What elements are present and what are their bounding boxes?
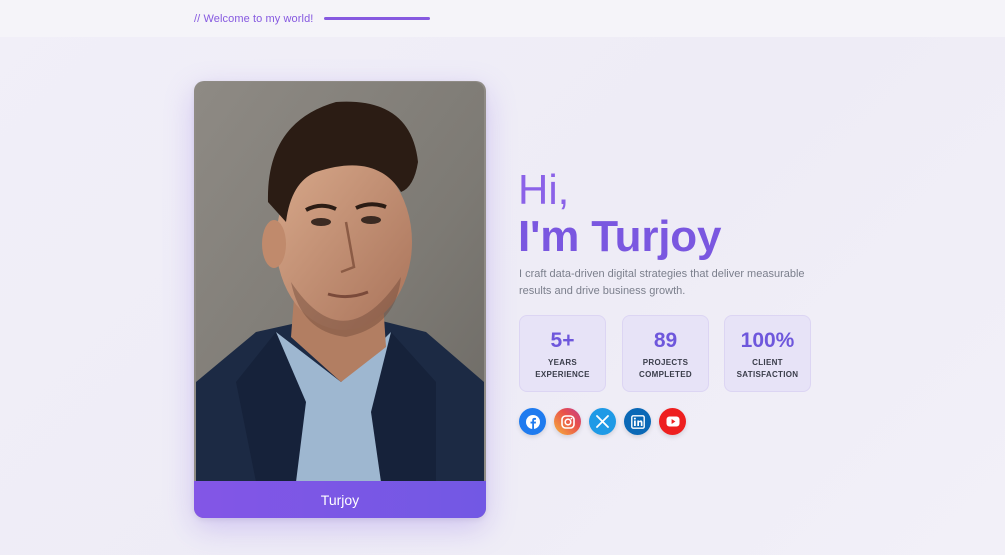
stat-value: 100%: [740, 329, 795, 352]
stat-card-satisfaction: 100% CLIENT SATISFACTION: [724, 315, 811, 392]
welcome-text: // Welcome to my world!: [194, 13, 314, 25]
youtube-link[interactable]: [659, 408, 686, 435]
x-twitter-icon: [596, 415, 609, 428]
instagram-link[interactable]: [554, 408, 581, 435]
x-twitter-link[interactable]: [589, 408, 616, 435]
profile-name-caption: Turjoy: [194, 481, 486, 518]
hero-name-heading: I'm Turjoy: [518, 212, 722, 261]
stat-card-experience: 5+ YEARS EXPERIENCE: [519, 315, 606, 392]
stat-label: CLIENT SATISFACTION: [736, 358, 799, 379]
top-bar: // Welcome to my world!: [0, 0, 1005, 37]
facebook-link[interactable]: [519, 408, 546, 435]
stat-card-projects: 89 PROJECTS COMPLETED: [622, 315, 709, 392]
hero-tagline: I craft data-driven digital strategies t…: [519, 268, 805, 297]
stat-label: PROJECTS COMPLETED: [639, 358, 692, 379]
youtube-icon: [666, 416, 680, 427]
stat-label: YEARS EXPERIENCE: [535, 358, 590, 379]
linkedin-link[interactable]: [624, 408, 651, 435]
profile-card: Turjoy: [194, 81, 486, 518]
stat-value: 5+: [550, 329, 575, 352]
greeting-text: Hi,: [518, 166, 570, 213]
facebook-icon: [525, 414, 541, 430]
stat-value: 89: [653, 329, 678, 352]
welcome-underline: [324, 17, 430, 20]
profile-photo: [196, 82, 484, 482]
linkedin-icon: [630, 414, 645, 429]
instagram-icon: [560, 414, 575, 429]
